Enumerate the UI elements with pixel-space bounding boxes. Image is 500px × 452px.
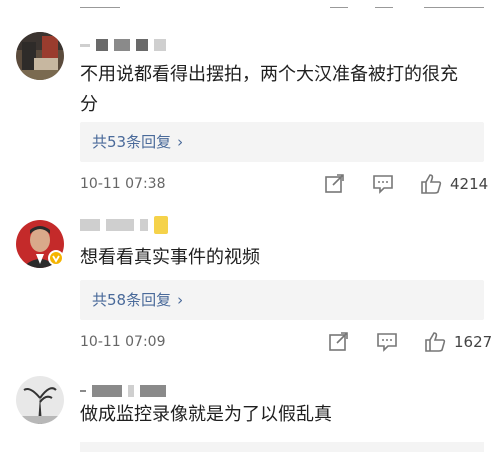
replies-label: 共58条回复 <box>92 291 172 309</box>
avatar[interactable] <box>16 32 64 80</box>
like-count: 1627 <box>454 333 493 351</box>
comment-text: 想看看真实事件的视频 <box>80 247 260 268</box>
comment-icon[interactable] <box>372 174 394 194</box>
timestamp: 10-11 07:38 <box>80 176 166 192</box>
share-icon[interactable] <box>324 174 346 194</box>
comment-meta: 10-11 07:09 1627 <box>80 328 492 356</box>
timestamp: 10-11 07:09 <box>80 334 166 350</box>
comment-meta: 10-11 07:38 4214 <box>80 170 489 198</box>
share-icon[interactable] <box>328 332 350 352</box>
username-masked[interactable] <box>80 384 166 398</box>
replies-link[interactable]: 共58条回复 › <box>80 280 484 320</box>
comment-text: 不用说都看得出摆拍，两个大汉准备被打的很充 分 <box>80 64 458 115</box>
replies-link-cut <box>80 442 484 452</box>
thumbs-up-icon[interactable] <box>420 174 442 194</box>
chevron-right-icon: › <box>177 291 184 309</box>
comment-icon[interactable] <box>376 332 398 352</box>
replies-link[interactable]: 共53条回复 › <box>80 122 484 162</box>
verified-badge-icon <box>48 250 64 266</box>
replies-label: 共53条回复 <box>92 133 172 151</box>
previous-comment-meta-cut <box>0 0 500 8</box>
chevron-right-icon: › <box>177 133 184 151</box>
like-count: 4214 <box>450 175 489 193</box>
username-masked[interactable] <box>80 216 168 234</box>
avatar[interactable] <box>16 376 64 424</box>
comment-text: 做成监控录像就是为了以假乱真 <box>80 404 332 425</box>
thumbs-up-icon[interactable] <box>424 332 446 352</box>
user-level-badge <box>154 216 168 234</box>
username-masked[interactable] <box>80 38 166 52</box>
